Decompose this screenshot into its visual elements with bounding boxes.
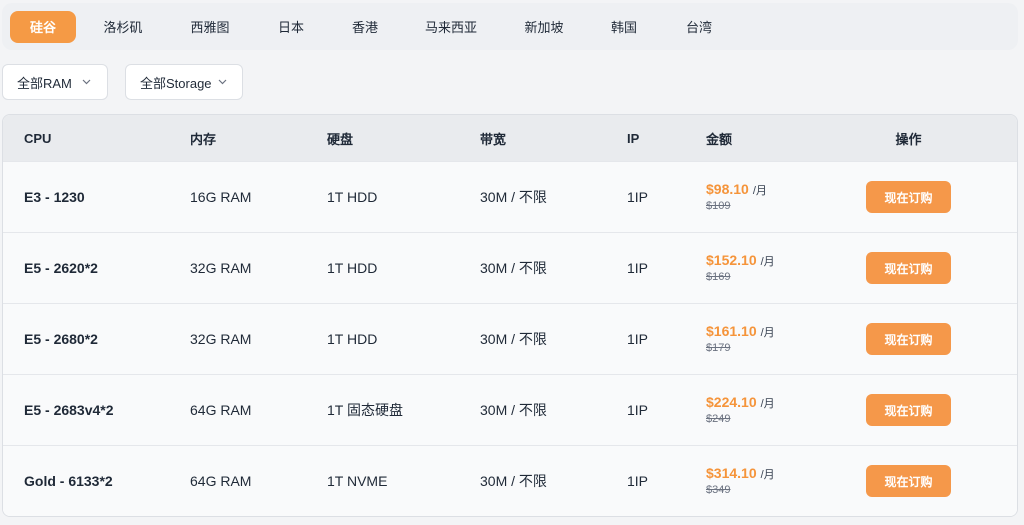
price-cell: $98.10 /月 $109 bbox=[706, 181, 836, 213]
tab-region-2[interactable]: 西雅图 bbox=[170, 11, 250, 43]
region-tabs: 硅谷 洛杉矶 西雅图 日本 香港 马来西亚 新加坡 韩国 台湾 bbox=[2, 3, 1018, 50]
ip-cell: 1IP bbox=[627, 189, 649, 205]
tab-region-5[interactable]: 马来西亚 bbox=[398, 11, 504, 43]
header-ram: 内存 bbox=[190, 131, 217, 147]
tab-region-1[interactable]: 洛杉矶 bbox=[76, 11, 170, 43]
order-now-button[interactable]: 现在订购 bbox=[866, 465, 951, 497]
ip-cell: 1IP bbox=[627, 331, 649, 347]
price-original: $179 bbox=[706, 342, 731, 354]
price-cell: $152.10 /月 $169 bbox=[706, 252, 836, 284]
cpu-cell: E3 - 1230 bbox=[24, 189, 85, 205]
price-original: $349 bbox=[706, 484, 731, 496]
header-action: 操作 bbox=[895, 131, 922, 147]
price-current: $161.10 bbox=[706, 322, 757, 339]
price-cell: $161.10 /月 $179 bbox=[706, 323, 836, 355]
tab-region-3[interactable]: 日本 bbox=[250, 11, 332, 43]
price-current: $98.10 bbox=[706, 180, 749, 197]
bandwidth-cell: 30M / 不限 bbox=[480, 260, 547, 276]
price-original: $109 bbox=[706, 200, 731, 212]
disk-cell: 1T NVME bbox=[327, 473, 388, 489]
cpu-cell: Gold - 6133*2 bbox=[24, 473, 113, 489]
table-header: CPU 内存 硬盘 带宽 IP 金额 操作 bbox=[3, 115, 1017, 162]
bandwidth-cell: 30M / 不限 bbox=[480, 402, 547, 418]
ram-cell: 32G RAM bbox=[190, 260, 252, 276]
price-unit: /月 bbox=[760, 397, 775, 410]
disk-cell: 1T HDD bbox=[327, 260, 378, 276]
ip-cell: 1IP bbox=[627, 402, 649, 418]
disk-cell: 1T HDD bbox=[327, 189, 378, 205]
tab-region-4[interactable]: 香港 bbox=[332, 11, 398, 43]
price-cell: $224.10 /月 $249 bbox=[706, 394, 836, 426]
ram-filter-label: 全部RAM bbox=[17, 75, 72, 91]
header-cpu: CPU bbox=[24, 130, 52, 146]
header-disk: 硬盘 bbox=[327, 131, 354, 147]
cpu-cell: E5 - 2620*2 bbox=[24, 260, 98, 276]
price-current: $314.10 bbox=[706, 464, 757, 481]
tab-region-8[interactable]: 台湾 bbox=[664, 11, 734, 43]
disk-cell: 1T 固态硬盘 bbox=[327, 402, 403, 418]
tab-region-7[interactable]: 韩国 bbox=[584, 11, 664, 43]
table-row: Gold - 6133*2 64G RAM 1T NVME 30M / 不限 1… bbox=[3, 446, 1017, 516]
order-now-button[interactable]: 现在订购 bbox=[866, 181, 951, 213]
bandwidth-cell: 30M / 不限 bbox=[480, 473, 547, 489]
order-now-button[interactable]: 现在订购 bbox=[866, 394, 951, 426]
server-table: CPU 内存 硬盘 带宽 IP 金额 操作 E3 - 1230 16G RAM … bbox=[2, 114, 1018, 517]
ram-filter-select[interactable]: 全部RAM bbox=[2, 64, 108, 100]
price-current: $152.10 bbox=[706, 251, 757, 268]
ram-cell: 16G RAM bbox=[190, 189, 252, 205]
price-current: $224.10 bbox=[706, 393, 757, 410]
table-row: E5 - 2683v4*2 64G RAM 1T 固态硬盘 30M / 不限 1… bbox=[3, 375, 1017, 446]
storage-filter-select[interactable]: 全部Storage bbox=[125, 64, 243, 100]
ip-cell: 1IP bbox=[627, 473, 649, 489]
table-row: E5 - 2680*2 32G RAM 1T HDD 30M / 不限 1IP … bbox=[3, 304, 1017, 375]
price-cell: $314.10 /月 $349 bbox=[706, 465, 836, 497]
price-unit: /月 bbox=[760, 468, 775, 481]
table-row: E3 - 1230 16G RAM 1T HDD 30M / 不限 1IP $9… bbox=[3, 162, 1017, 233]
ram-cell: 64G RAM bbox=[190, 402, 252, 418]
price-unit: /月 bbox=[760, 255, 775, 268]
price-original: $169 bbox=[706, 271, 731, 283]
chevron-down-icon bbox=[82, 77, 92, 87]
order-now-button[interactable]: 现在订购 bbox=[866, 323, 951, 355]
bandwidth-cell: 30M / 不限 bbox=[480, 331, 547, 347]
cpu-cell: E5 - 2680*2 bbox=[24, 331, 98, 347]
ram-cell: 64G RAM bbox=[190, 473, 252, 489]
chevron-down-icon bbox=[218, 77, 228, 87]
header-ip: IP bbox=[627, 130, 640, 146]
disk-cell: 1T HDD bbox=[327, 331, 378, 347]
bandwidth-cell: 30M / 不限 bbox=[480, 189, 547, 205]
table-row: E5 - 2620*2 32G RAM 1T HDD 30M / 不限 1IP … bbox=[3, 233, 1017, 304]
filter-bar: 全部RAM 全部Storage bbox=[2, 64, 243, 100]
price-original: $249 bbox=[706, 413, 731, 425]
cpu-cell: E5 - 2683v4*2 bbox=[24, 402, 114, 418]
tab-region-6[interactable]: 新加坡 bbox=[504, 11, 584, 43]
price-unit: /月 bbox=[752, 184, 767, 197]
price-unit: /月 bbox=[760, 326, 775, 339]
header-bandwidth: 带宽 bbox=[480, 131, 507, 147]
storage-filter-label: 全部Storage bbox=[140, 75, 212, 91]
tab-region-0[interactable]: 硅谷 bbox=[10, 10, 76, 43]
order-now-button[interactable]: 现在订购 bbox=[866, 252, 951, 284]
ip-cell: 1IP bbox=[627, 260, 649, 276]
ram-cell: 32G RAM bbox=[190, 331, 252, 347]
header-price: 金额 bbox=[706, 131, 733, 147]
